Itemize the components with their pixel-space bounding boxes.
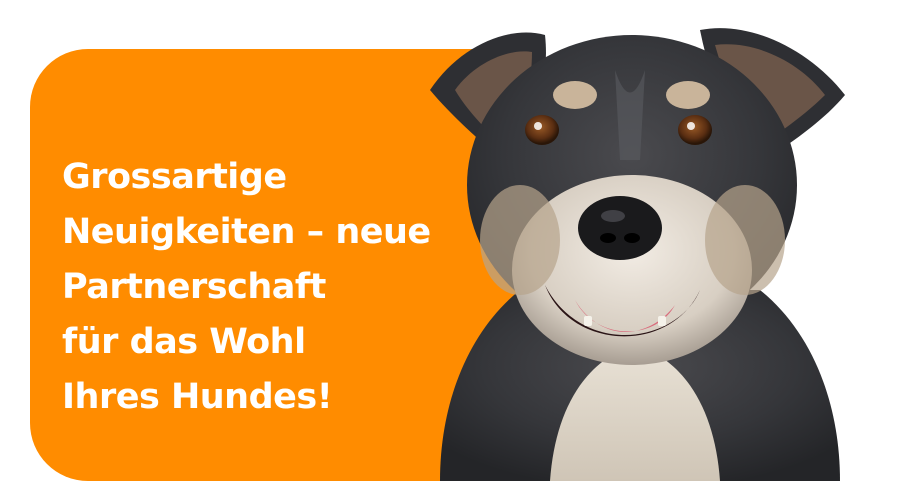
dog-nose: [578, 196, 662, 260]
dog-right-eye: [678, 115, 712, 145]
dog-left-eye: [525, 115, 559, 145]
dog-photo: [430, 28, 845, 481]
promo-banner: Grossartige Neuigkeiten – neue Partnersc…: [0, 0, 899, 481]
